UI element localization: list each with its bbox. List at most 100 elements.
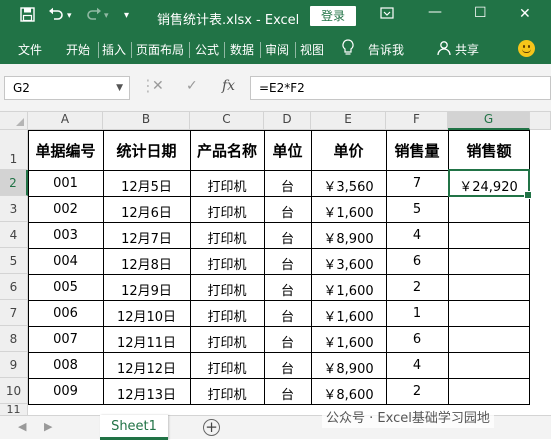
cell-a8[interactable]: 007	[28, 332, 103, 347]
cell-d3[interactable]: 台	[264, 202, 311, 221]
tell-me-label[interactable]: 告诉我	[368, 41, 404, 58]
cell-d5[interactable]: 台	[264, 254, 311, 273]
header-cell-date[interactable]: 统计日期	[103, 140, 190, 161]
row-header-5[interactable]: 5	[0, 248, 28, 274]
tab-home[interactable]: 开始	[66, 41, 90, 58]
minimize-icon[interactable]: —	[428, 4, 442, 20]
cell-a3[interactable]: 002	[28, 202, 103, 217]
header-cell-unit[interactable]: 单位	[264, 140, 311, 161]
cell-c3[interactable]: 打印机	[190, 202, 264, 221]
cell-b6[interactable]: 12月9日	[103, 280, 190, 299]
cell-d2[interactable]: 台	[264, 176, 311, 195]
column-header-e[interactable]: E	[311, 112, 386, 130]
cell-d10[interactable]: 台	[264, 384, 311, 403]
tab-review[interactable]: 审阅	[265, 41, 289, 58]
column-header-g[interactable]: G	[448, 112, 530, 130]
row-header-4[interactable]: 4	[0, 222, 28, 248]
select-all-corner[interactable]	[0, 112, 28, 130]
header-cell-product[interactable]: 产品名称	[190, 140, 264, 161]
cell-f10[interactable]: 2	[386, 384, 448, 399]
cell-e3[interactable]: ￥1,600	[311, 202, 386, 221]
cell-e9[interactable]: ￥8,900	[311, 358, 386, 377]
cell-e7[interactable]: ￥1,600	[311, 306, 386, 325]
add-sheet-button[interactable]: +	[203, 419, 220, 436]
column-header-d[interactable]: D	[264, 112, 311, 130]
name-box[interactable]: G2 ▼	[4, 76, 130, 100]
cell-e2[interactable]: ￥3,560	[311, 176, 386, 195]
cell-c6[interactable]: 打印机	[190, 280, 264, 299]
cell-f3[interactable]: 5	[386, 202, 448, 217]
lightbulb-icon[interactable]	[342, 39, 354, 60]
row-header-8[interactable]: 8	[0, 326, 28, 352]
cell-c2[interactable]: 打印机	[190, 176, 264, 195]
row-header-10[interactable]: 10	[0, 378, 28, 404]
cell-a6[interactable]: 005	[28, 280, 103, 295]
cell-c7[interactable]: 打印机	[190, 306, 264, 325]
cell-f5[interactable]: 6	[386, 254, 448, 269]
ribbon-display-options-icon[interactable]	[380, 6, 394, 24]
save-icon[interactable]	[20, 7, 35, 26]
tab-insert[interactable]: 插入	[102, 41, 126, 58]
cell-c5[interactable]: 打印机	[190, 254, 264, 273]
cell-d4[interactable]: 台	[264, 228, 311, 247]
share-user-icon[interactable]	[437, 40, 451, 59]
active-cell-selection[interactable]	[448, 169, 532, 199]
maximize-icon[interactable]: ☐	[474, 5, 487, 21]
cell-f9[interactable]: 4	[386, 358, 448, 373]
tab-view[interactable]: 视图	[300, 41, 324, 58]
cell-b8[interactable]: 12月11日	[103, 332, 190, 351]
sheet-tab-sheet1[interactable]: Sheet1	[100, 415, 168, 440]
cell-c9[interactable]: 打印机	[190, 358, 264, 377]
header-cell-unit-price[interactable]: 单价	[311, 140, 386, 161]
tab-formulas[interactable]: 公式	[195, 41, 219, 58]
cell-c8[interactable]: 打印机	[190, 332, 264, 351]
insert-function-icon[interactable]: fx	[222, 78, 235, 94]
undo-icon[interactable]	[48, 7, 64, 26]
column-header-a[interactable]: A	[28, 112, 103, 130]
confirm-entry-icon[interactable]: ✓	[186, 78, 198, 94]
cell-a5[interactable]: 004	[28, 254, 103, 269]
undo-dropdown-icon[interactable]: ▾	[67, 11, 72, 21]
column-header-h[interactable]	[530, 112, 551, 130]
column-header-b[interactable]: B	[103, 112, 190, 130]
row-header-7[interactable]: 7	[0, 300, 28, 326]
sheet-next-icon[interactable]: ▶	[44, 420, 52, 433]
cell-e6[interactable]: ￥1,600	[311, 280, 386, 299]
row-header-2[interactable]: 2	[0, 170, 28, 196]
cell-e4[interactable]: ￥8,900	[311, 228, 386, 247]
customize-quick-access-icon[interactable]: ▾	[124, 10, 129, 21]
row-header-3[interactable]: 3	[0, 196, 28, 222]
tab-page-layout[interactable]: 页面布局	[136, 41, 184, 58]
cell-a10[interactable]: 009	[28, 384, 103, 399]
cell-b2[interactable]: 12月5日	[103, 176, 190, 195]
row-header-9[interactable]: 9	[0, 352, 28, 378]
cell-c10[interactable]: 打印机	[190, 384, 264, 403]
row-header-6[interactable]: 6	[0, 274, 28, 300]
header-cell-quantity[interactable]: 销售量	[386, 140, 448, 161]
cell-d6[interactable]: 台	[264, 280, 311, 299]
cell-a9[interactable]: 008	[28, 358, 103, 373]
share-button[interactable]: 共享	[455, 41, 479, 58]
redo-icon[interactable]	[86, 7, 102, 26]
chevron-down-icon[interactable]: ▼	[116, 77, 123, 99]
cell-f8[interactable]: 6	[386, 332, 448, 347]
cell-e5[interactable]: ￥3,600	[311, 254, 386, 273]
cell-b5[interactable]: 12月8日	[103, 254, 190, 273]
login-button[interactable]: 登录	[310, 6, 356, 26]
cell-f7[interactable]: 1	[386, 306, 448, 321]
tab-data[interactable]: 数据	[230, 41, 254, 58]
formula-input[interactable]: =E2*F2	[250, 76, 551, 100]
tab-file[interactable]: 文件	[18, 41, 42, 58]
cell-f2[interactable]: 7	[386, 176, 448, 191]
cell-e10[interactable]: ￥8,600	[311, 384, 386, 403]
cell-f4[interactable]: 4	[386, 228, 448, 243]
close-icon[interactable]: ✕	[519, 6, 531, 22]
row-header-1[interactable]: 1	[0, 130, 28, 170]
cell-b7[interactable]: 12月10日	[103, 306, 190, 325]
cell-a2[interactable]: 001	[28, 176, 103, 191]
column-header-f[interactable]: F	[386, 112, 448, 130]
cell-d7[interactable]: 台	[264, 306, 311, 325]
redo-dropdown-icon[interactable]: ▾	[104, 11, 109, 21]
cancel-entry-icon[interactable]: ✕	[152, 78, 164, 94]
cell-f6[interactable]: 2	[386, 280, 448, 295]
